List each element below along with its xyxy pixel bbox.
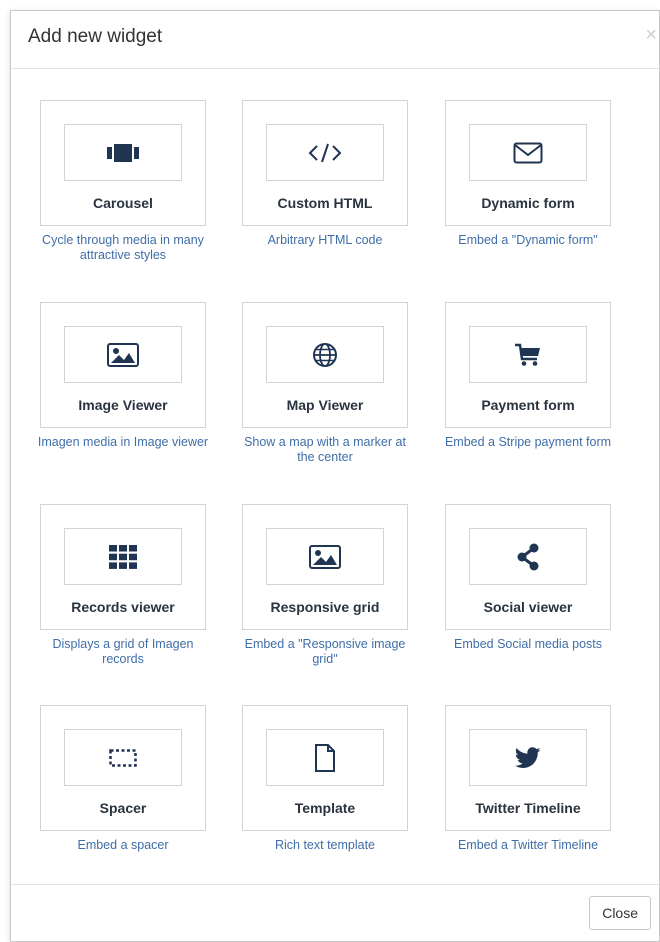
file-icon: [315, 743, 335, 772]
widget-card[interactable]: Custom HTML: [242, 100, 408, 226]
widget-label: Twitter Timeline: [475, 800, 581, 816]
widget-twitter-timeline: Twitter Timeline Embed a Twitter Timelin…: [445, 705, 611, 885]
widget-card[interactable]: Twitter Timeline: [445, 705, 611, 831]
icon-box: [64, 528, 182, 585]
widget-payment-form: Payment form Embed a Stripe payment form: [445, 302, 611, 497]
image-icon: [309, 544, 341, 569]
add-widget-modal: Add new widget × Carousel Cycle through …: [10, 10, 660, 942]
widget-card[interactable]: Records viewer: [40, 504, 206, 630]
modal-header: Add new widget ×: [11, 11, 659, 69]
widget-card[interactable]: Template: [242, 705, 408, 831]
widget-card[interactable]: Map Viewer: [242, 302, 408, 428]
widget-label: Records viewer: [71, 599, 175, 615]
widget-image-viewer: Image Viewer Imagen media in Image viewe…: [38, 302, 208, 497]
widget-label: Image Viewer: [78, 397, 168, 413]
modal-footer: Close: [11, 884, 659, 941]
widget-label: Map Viewer: [286, 397, 364, 413]
widget-card[interactable]: Social viewer: [445, 504, 611, 630]
widget-records-viewer: Records viewer Displays a grid of Imagen…: [40, 504, 206, 699]
widget-grid: Carousel Cycle through media in many att…: [11, 69, 659, 885]
code-icon: [308, 143, 342, 162]
spacer-icon: [109, 748, 137, 767]
close-button[interactable]: Close: [589, 896, 651, 930]
widget-label: Template: [294, 800, 356, 816]
modal-title: Add new widget: [28, 26, 163, 47]
icon-box: [64, 326, 182, 383]
widget-spacer: Spacer Embed a spacer: [40, 705, 206, 885]
widget-label: Social viewer: [483, 599, 573, 615]
widget-card[interactable]: Image Viewer: [40, 302, 206, 428]
widget-label: Dynamic form: [481, 195, 575, 211]
widget-responsive-grid: Responsive grid Embed a "Responsive imag…: [242, 504, 408, 699]
widget-label: Custom HTML: [277, 195, 373, 211]
icon-box: [469, 528, 587, 585]
share-icon: [517, 543, 539, 570]
carousel-icon: [107, 143, 139, 162]
widget-description: Show a map with a marker at the center: [244, 435, 406, 464]
widget-label: Responsive grid: [270, 599, 380, 615]
widget-description: Embed a "Responsive image grid": [244, 637, 406, 666]
widget-card[interactable]: Spacer: [40, 705, 206, 831]
widget-description: Embed a Twitter Timeline: [457, 838, 599, 852]
widget-description: Arbitrary HTML code: [267, 233, 383, 247]
widget-map-viewer: Map Viewer Show a map with a marker at t…: [242, 302, 408, 497]
widget-description: Rich text template: [274, 838, 376, 852]
icon-box: [266, 729, 384, 786]
icon-box: [469, 326, 587, 383]
cart-icon: [515, 343, 540, 366]
widget-card[interactable]: Payment form: [445, 302, 611, 428]
widget-label: Carousel: [93, 195, 153, 211]
widget-card[interactable]: Carousel: [40, 100, 206, 226]
close-icon[interactable]: ×: [645, 24, 657, 47]
widget-label: Spacer: [99, 800, 147, 816]
icon-box: [469, 124, 587, 181]
image-icon: [107, 342, 139, 367]
widget-description: Embed a "Dynamic form": [458, 233, 598, 247]
icon-box: [469, 729, 587, 786]
twitter-icon: [515, 746, 541, 768]
icon-box: [266, 326, 384, 383]
widget-description: Embed a Stripe payment form: [444, 435, 612, 449]
widget-card[interactable]: Dynamic form: [445, 100, 611, 226]
widget-custom-html: Custom HTML Arbitrary HTML code: [242, 100, 408, 295]
icon-box: [266, 124, 384, 181]
envelope-icon: [513, 142, 543, 163]
widget-description: Displays a grid of Imagen records: [52, 637, 194, 666]
widget-card[interactable]: Responsive grid: [242, 504, 408, 630]
widget-template: Template Rich text template: [242, 705, 408, 885]
icon-box: [64, 124, 182, 181]
widget-description: Imagen media in Image viewer: [37, 435, 209, 449]
widget-carousel: Carousel Cycle through media in many att…: [40, 100, 206, 295]
widget-description: Cycle through media in many attractive s…: [42, 233, 204, 262]
grid-icon: [109, 544, 137, 569]
globe-icon: [313, 342, 337, 367]
widget-dynamic-form: Dynamic form Embed a "Dynamic form": [445, 100, 611, 295]
icon-box: [266, 528, 384, 585]
widget-social-viewer: Social viewer Embed Social media posts: [445, 504, 611, 699]
widget-description: Embed a spacer: [77, 838, 169, 852]
widget-description: Embed Social media posts: [454, 637, 602, 651]
widget-label: Payment form: [481, 397, 575, 413]
icon-box: [64, 729, 182, 786]
